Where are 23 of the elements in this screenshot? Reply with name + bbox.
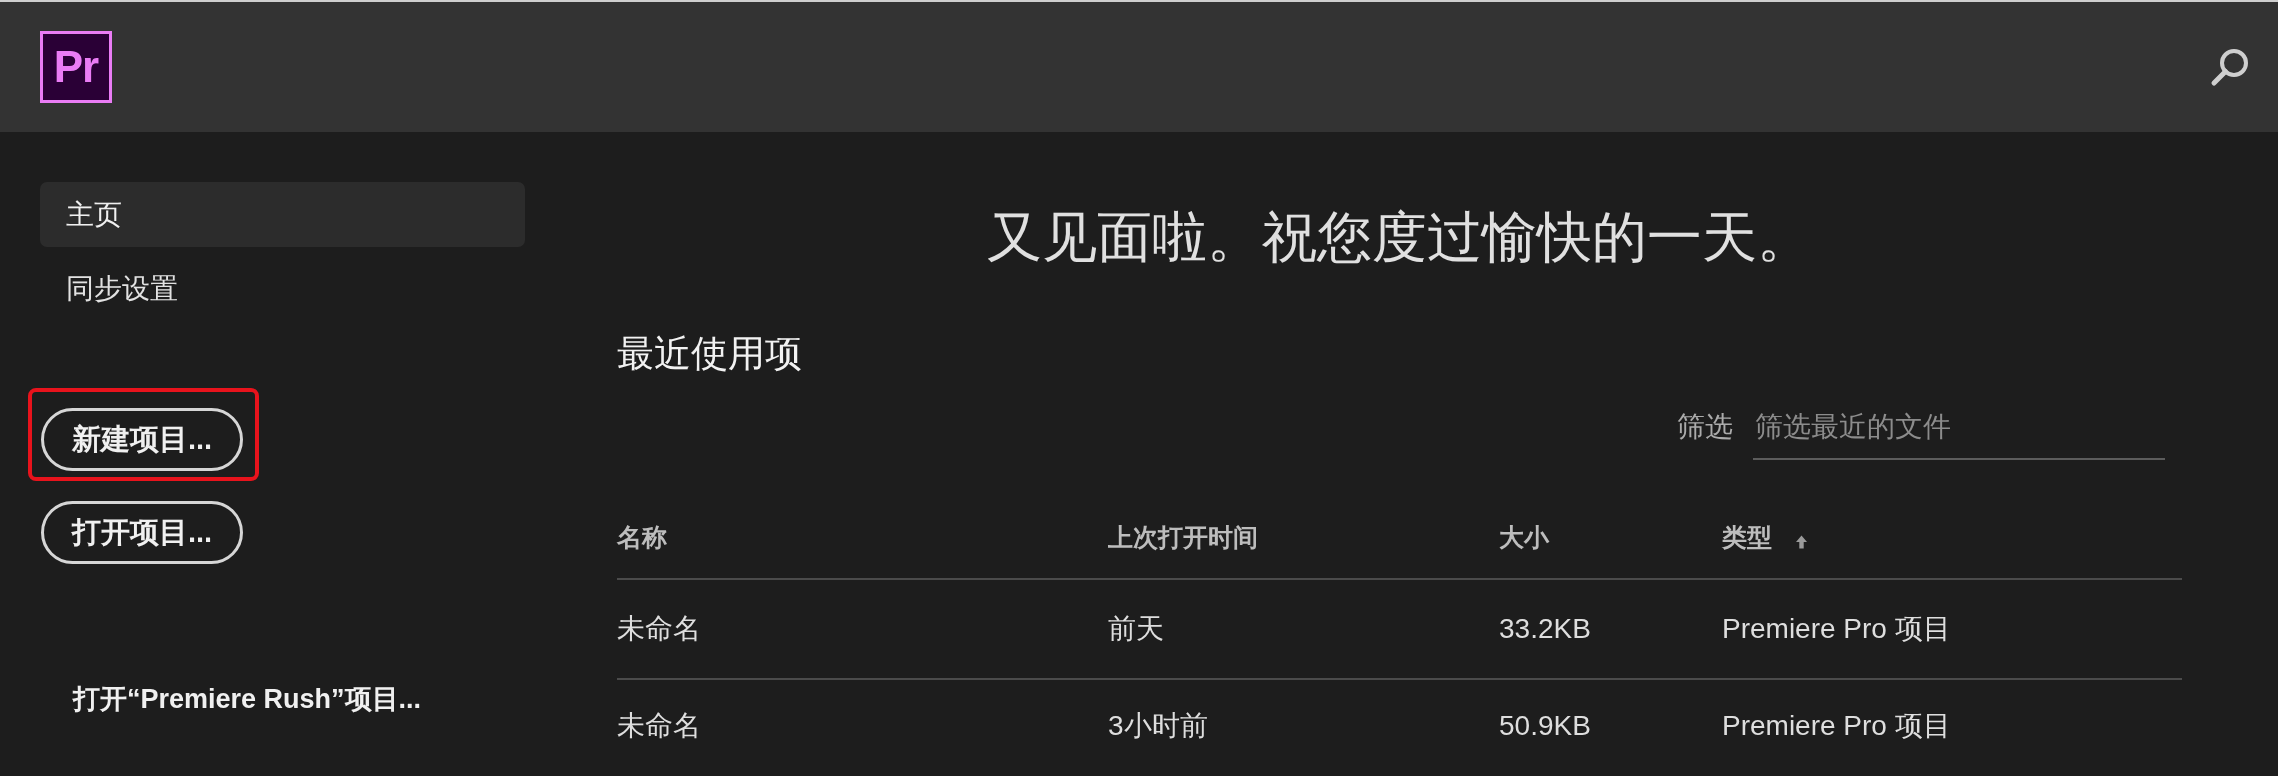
table-cell: 3小时前	[1108, 679, 1499, 772]
table-cell: 未命名	[617, 579, 1108, 680]
table-cell: 前天	[1108, 579, 1499, 680]
greeting-title: 又见面啦。祝您度过愉快的一天。	[986, 205, 1813, 270]
table-cell: Premiere Pro 项目	[1722, 579, 2182, 680]
project-button[interactable]: 打开项目...	[41, 501, 243, 564]
table-cell: Premiere Pro 项目	[1722, 679, 2182, 772]
section-title: 最近使用项	[617, 332, 802, 376]
app-logo: Pr	[40, 31, 112, 103]
rush-project-link[interactable]: 打开“Premiere Rush”项目...	[73, 682, 422, 718]
column-header[interactable]: 类型	[1722, 523, 1772, 552]
table-cell: 33.2KB	[1499, 579, 1722, 680]
column-header[interactable]: 名称	[617, 523, 667, 552]
sidebar-item[interactable]: 主页	[40, 182, 525, 247]
table-cell: 未命名	[617, 679, 1108, 772]
table-cell: 50.9KB	[1499, 679, 1722, 772]
sidebar-item[interactable]: 同步设置	[40, 256, 525, 321]
column-header[interactable]: 大小	[1499, 523, 1549, 552]
filter-label: 筛选	[1677, 409, 1733, 444]
search-icon[interactable]	[2210, 47, 2250, 87]
project-button[interactable]: 新建项目...	[41, 408, 243, 471]
filter-field[interactable]: 筛选最近的文件	[1753, 408, 2165, 461]
column-header[interactable]: 上次打开时间	[1108, 523, 1258, 552]
